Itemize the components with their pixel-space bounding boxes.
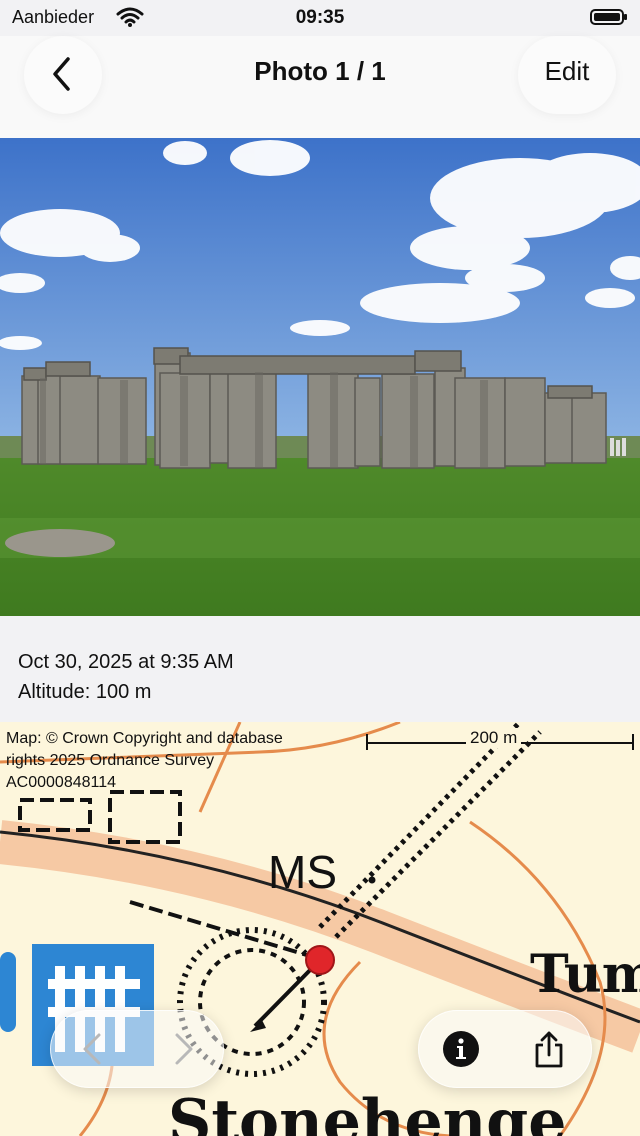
edit-button[interactable]: Edit (518, 36, 616, 114)
scale-label: 200 m (466, 728, 522, 748)
chevron-right-icon (175, 1033, 193, 1065)
share-icon (535, 1031, 563, 1068)
map-label-ms: MS (268, 846, 337, 898)
previous-photo-button[interactable] (73, 1029, 113, 1069)
photo-altitude: Altitude: 100 m (18, 681, 152, 703)
info-icon (443, 1031, 479, 1067)
map-label-stonehenge: Stonehenge (168, 1087, 566, 1136)
scale-tick-right (632, 734, 634, 750)
stonehenge-photo (0, 138, 640, 616)
share-button[interactable] (529, 1029, 569, 1069)
scale-tick-left (366, 734, 368, 750)
info-button[interactable] (441, 1029, 481, 1069)
edit-button-label: Edit (544, 56, 590, 86)
photo-date: Oct 30, 2025 at 9:35 AM (18, 651, 234, 673)
next-photo-button[interactable] (163, 1029, 203, 1069)
map-attribution: Map: © Crown Copyright and database righ… (6, 730, 283, 791)
status-bar: Aanbieder 09:35 (0, 0, 640, 36)
photo-navigation-controls (50, 1010, 224, 1088)
chevron-left-icon (83, 1033, 101, 1065)
map-scale-bar: 200 m (366, 728, 634, 752)
battery-icon (590, 9, 627, 25)
photo-action-controls (418, 1010, 592, 1088)
photo-info: Oct 30, 2025 at 9:35 AM Altitude: 100 m (0, 630, 640, 722)
map-label-tum: Tum (530, 944, 640, 1005)
status-time: 09:35 (295, 7, 345, 28)
photo-view[interactable] (0, 138, 640, 616)
navigation-bar: Photo 1 / 1 Edit (0, 36, 640, 138)
